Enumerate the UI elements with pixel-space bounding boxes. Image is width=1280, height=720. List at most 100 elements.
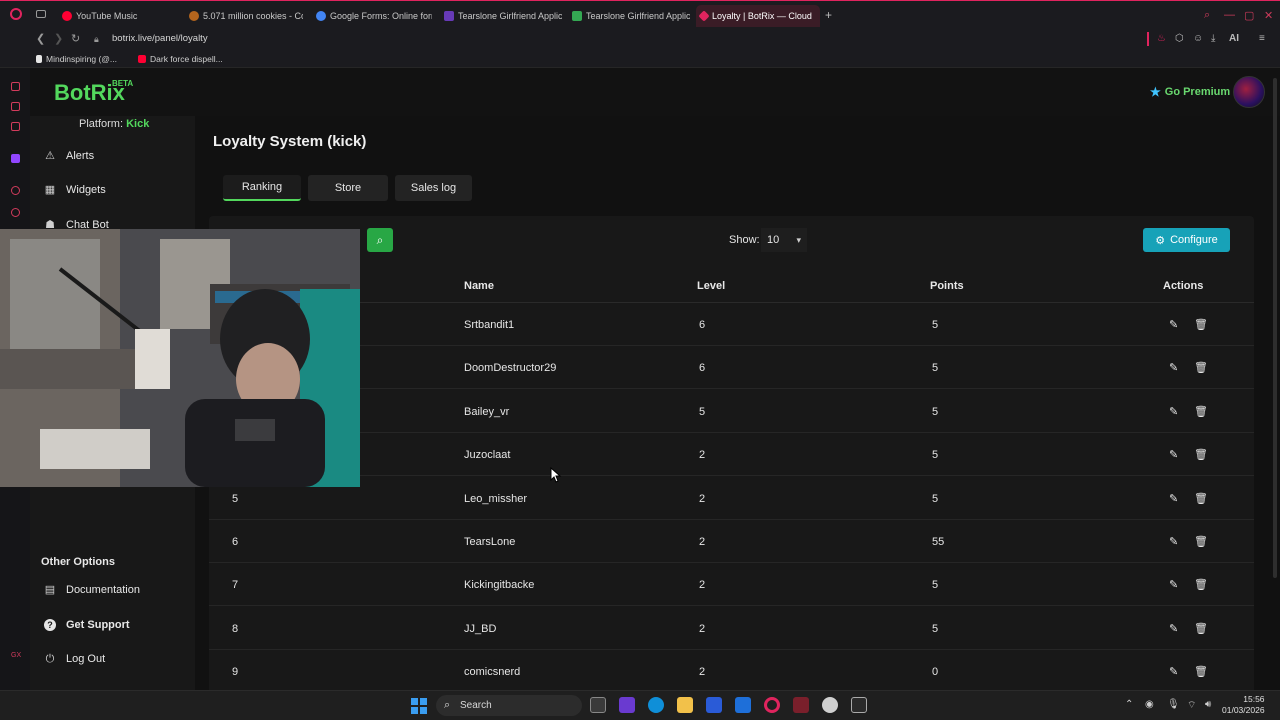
browser-tab-google-forms[interactable]: Google Forms: Online form [312,5,432,27]
delete-icon[interactable]: 🗑︎ [1194,535,1208,548]
points-cell: 0 [932,666,939,679]
tab-store[interactable]: Store [308,175,388,201]
lock-icon: 🔒︎ [94,34,99,44]
volume-icon[interactable]: 🔊︎ [1205,699,1211,710]
search-button[interactable]: ⌕ [367,228,393,252]
file-explorer-icon[interactable] [677,697,693,713]
network-icon[interactable]: ◉ [1145,699,1154,710]
minimize-button[interactable]: — [1224,9,1235,21]
table-row: Juzoclaat 2 5 ✎ 🗑︎ [209,433,1254,477]
edit-icon[interactable]: ✎ [1169,578,1178,591]
task-view-icon[interactable] [590,697,606,713]
browser-tab-botrix-loyalty[interactable]: Loyalty | BotRix — Cloud [696,5,820,27]
browser-settings-icon[interactable]: ≡ [1259,33,1265,44]
beta-badge: BETA [112,79,134,88]
edit-icon[interactable]: ✎ [1169,318,1178,331]
table-row: 6 TearsLone 2 55 ✎ 🗑︎ [209,520,1254,563]
edge-icon[interactable] [648,697,664,713]
tab-sales-log[interactable]: Sales log [395,175,472,201]
ai-extension-icon[interactable]: AI [1229,33,1239,44]
delete-icon[interactable]: 🗑︎ [1194,405,1208,418]
ranking-table-card: ⌕ Show: 10 ▾ ⚙ Configure Name Level Poin… [209,216,1254,690]
page-size-select[interactable]: 10 ▾ [761,228,807,252]
name-cell: Kickingitbacke [464,579,535,592]
sidebar-messenger-icon[interactable] [11,102,20,111]
mouse-cursor-icon [550,467,562,483]
browser-menu-icon[interactable] [10,8,22,20]
cookie-icon [189,11,199,21]
steam-icon[interactable] [822,697,838,713]
edit-icon[interactable]: ✎ [1169,448,1178,461]
delete-icon[interactable]: 🗑︎ [1194,578,1208,591]
wifi-icon[interactable]: ⌔ [1187,699,1196,712]
tray-chevron-up-icon[interactable]: ⌃ [1125,699,1133,710]
edit-icon[interactable]: ✎ [1169,665,1178,678]
reload-icon[interactable]: ↻ [71,32,80,45]
edit-icon[interactable]: ✎ [1169,535,1178,548]
taskbar-search-box[interactable]: ⌕ Search [436,695,582,716]
delete-icon[interactable]: 🗑︎ [1194,622,1208,635]
sidebar-item-alerts[interactable]: ⚠ Alerts [44,150,94,162]
delete-icon[interactable]: 🗑︎ [1194,492,1208,505]
sidebar-item-log-out[interactable]: ⏻ Log Out [44,653,106,665]
delete-icon[interactable]: 🗑︎ [1194,448,1208,461]
bookmark-mindinspiring[interactable]: Mindinspiring (@... [36,54,117,64]
edit-icon[interactable]: ✎ [1169,361,1178,374]
address-bar-row: ❮ ❯ ↻ 🔒︎ botrix.live/panel/loyalty ♨ ⬡ ☺… [0,29,1280,51]
close-window-button[interactable]: ✕ [1264,9,1273,22]
name-cell: comicsnerd [464,666,521,679]
webcam-image [0,229,360,487]
profile-icon[interactable]: ☺ [1193,33,1203,44]
sidebar-item-get-support[interactable]: ? Get Support [44,619,130,631]
flame-extension-icon[interactable]: ♨ [1157,33,1166,44]
sidebar-history-icon[interactable] [11,208,20,217]
edit-icon[interactable]: ✎ [1169,622,1178,635]
tab-ranking[interactable]: Ranking [223,175,301,201]
edit-icon[interactable]: ✎ [1169,492,1178,505]
edit-icon[interactable]: ✎ [1169,405,1178,418]
sidebar-gx-icon[interactable]: GX [11,652,21,661]
column-header-name[interactable]: Name [464,280,494,292]
column-header-points[interactable]: Points [930,280,964,292]
delete-icon[interactable]: 🗑︎ [1194,361,1208,374]
browser-tab-youtube-music[interactable]: YouTube Music [58,5,176,27]
windows-start-icon[interactable] [411,698,427,714]
tab-manager-icon[interactable] [36,10,46,18]
name-cell: TearsLone [464,536,516,548]
user-avatar[interactable] [1233,76,1265,108]
browser-tab-tearslone-form-2[interactable]: Tearslone Girlfriend Applic [568,5,690,27]
level-cell: 2 [699,492,706,505]
opera-gx-icon[interactable] [764,697,780,713]
store-icon[interactable] [706,697,722,713]
browser-tab-tearslone-form-1[interactable]: Tearslone Girlfriend Applic [440,5,562,27]
microphone-icon[interactable]: 🎙︎ [1167,699,1180,710]
sidebar-item-widgets[interactable]: ▦ Widgets [44,184,106,196]
cube-extension-icon[interactable]: ⬡ [1175,33,1184,44]
sidebar-item-documentation[interactable]: ▤ Documentation [44,584,140,596]
maximize-button[interactable]: ▢ [1244,9,1254,22]
sidebar-twitch-icon[interactable] [11,154,20,163]
bookmark-dark-force[interactable]: Dark force dispell... [138,54,223,64]
outlook-icon[interactable] [735,697,751,713]
game-launcher-icon[interactable] [793,697,809,713]
table-row: Bailey_vr 5 5 ✎ 🗑︎ [209,390,1254,433]
page-scrollbar[interactable] [1273,78,1277,578]
sidebar-aria-icon[interactable] [11,82,20,91]
download-icon[interactable]: ⤓ [1211,33,1215,44]
go-premium-button[interactable]: ★ Go Premium [1150,85,1230,99]
delete-icon[interactable]: 🗑︎ [1194,665,1208,678]
sidebar-whatsapp-icon[interactable] [11,122,20,131]
copilot-icon[interactable] [619,697,635,713]
epic-games-icon[interactable] [851,697,867,713]
delete-icon[interactable]: 🗑︎ [1194,318,1208,331]
column-header-level[interactable]: Level [697,280,725,292]
forward-icon[interactable]: ❯ [54,32,63,45]
sidebar-player-icon[interactable] [11,186,20,195]
back-icon[interactable]: ❮ [36,32,45,45]
new-tab-button[interactable]: + [825,8,832,22]
taskbar-clock[interactable]: 15:56 01/03/2026 [1222,694,1265,716]
configure-button[interactable]: ⚙ Configure [1143,228,1230,252]
url-field[interactable]: botrix.live/panel/loyalty [112,33,208,44]
search-tabs-icon[interactable]: ⌕ [1204,9,1210,22]
browser-tab-cookies[interactable]: 5.071 million cookies - Co [185,5,303,27]
